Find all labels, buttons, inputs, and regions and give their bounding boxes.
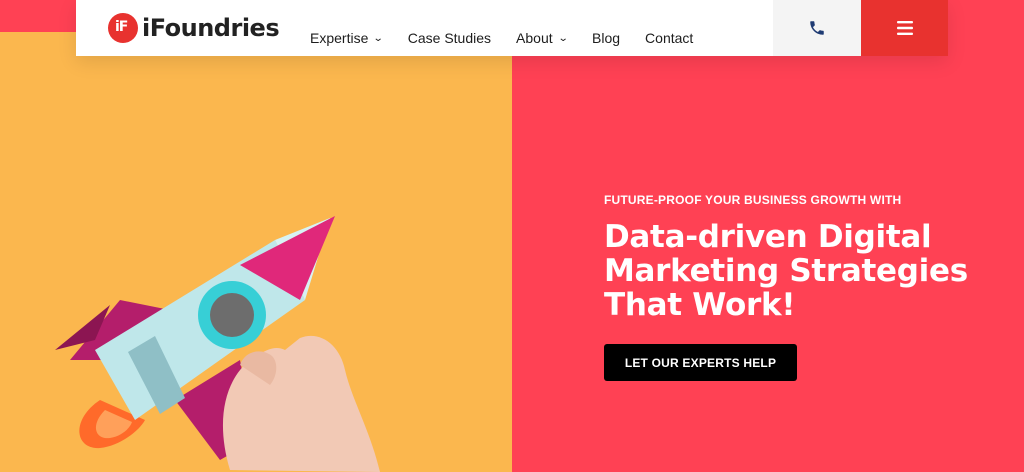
hamburger-menu-button[interactable] <box>861 0 948 56</box>
brand-logo[interactable]: iF iFoundries <box>108 12 280 44</box>
hamburger-menu-icon <box>896 21 913 35</box>
phone-button[interactable] <box>773 0 861 56</box>
rocket-illustration <box>55 216 380 472</box>
cta-button[interactable]: LET OUR EXPERTS HELP <box>604 344 797 381</box>
hero-image-panel <box>0 0 512 472</box>
main-nav: Expertise ⌄ Case Studies About ⌄ Blog Co… <box>310 0 718 56</box>
nav-item-contact[interactable]: Contact <box>645 30 693 46</box>
nav-item-blog[interactable]: Blog <box>592 30 620 46</box>
chevron-down-icon: ⌄ <box>557 32 569 44</box>
phone-icon <box>810 21 824 35</box>
nav-item-expertise[interactable]: Expertise ⌄ <box>310 30 385 46</box>
nav-item-about[interactable]: About ⌄ <box>516 30 569 46</box>
hero-headline: Data-driven Digital Marketing Strategies… <box>604 219 968 323</box>
hero-eyebrow: FUTURE-PROOF YOUR BUSINESS GROWTH WITH <box>604 193 902 207</box>
site-header: iF iFoundries Expertise ⌄ Case Studies A… <box>76 0 948 56</box>
logo-mark: iF <box>108 13 138 43</box>
logo-wordmark: iFoundries <box>142 14 280 42</box>
chevron-down-icon: ⌄ <box>373 32 385 44</box>
nav-item-case-studies[interactable]: Case Studies <box>408 30 491 46</box>
